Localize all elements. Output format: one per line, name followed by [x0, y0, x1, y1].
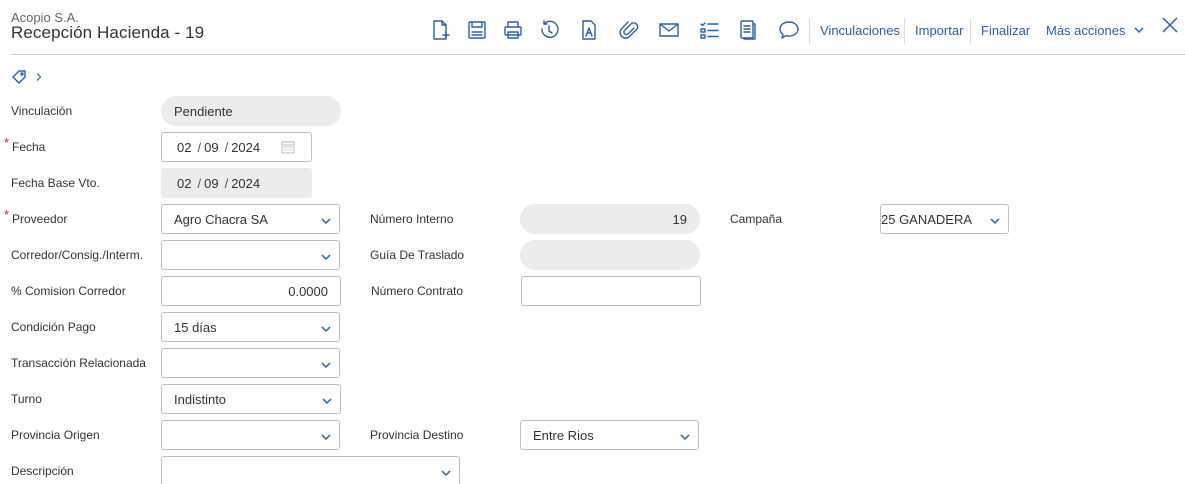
mas-acciones-menu[interactable]: Más acciones [1046, 23, 1145, 39]
fecha-base-vto-day: 02 [177, 175, 192, 191]
vinculaciones-link[interactable]: Vinculaciones [820, 23, 900, 38]
fecha-label: Fecha [12, 140, 46, 154]
checklist-icon[interactable] [696, 16, 722, 44]
print-icon[interactable] [500, 16, 526, 44]
provincia-destino-select[interactable]: Entre Rios [520, 420, 699, 450]
provincia-origen-label: Provincia Origen [11, 428, 100, 442]
numero-contrato-label: Número Contrato [371, 284, 464, 298]
provincia-origen-select[interactable] [161, 420, 340, 450]
importar-link[interactable]: Importar [915, 23, 963, 38]
page-header: Acopio S.A. Recepción Hacienda - 19 Vinc… [0, 0, 1185, 56]
condicion-pago-value: 15 días [174, 319, 217, 335]
fecha-year[interactable]: 2024 [231, 140, 260, 155]
corredor-select[interactable] [161, 240, 340, 270]
proveedor-label: Proveedor [12, 212, 68, 226]
fecha-input[interactable]: 02 / 09 / 2024 [161, 132, 312, 162]
attachment-icon[interactable] [616, 16, 642, 44]
calendar-icon[interactable] [281, 140, 295, 154]
tag-icon[interactable] [11, 69, 27, 90]
campana-select[interactable]: 25 GANADERA [880, 204, 1009, 234]
descripcion-select[interactable] [161, 456, 460, 484]
fecha-base-vto-month: 09 [204, 175, 219, 191]
text-document-icon[interactable] [576, 16, 602, 44]
required-marker: * [4, 135, 10, 150]
transaccion-relacionada-label: Transacción Relacionada [11, 356, 146, 370]
turno-label: Turno [11, 392, 42, 406]
turno-value: Indistinto [174, 391, 227, 407]
finalizar-link[interactable]: Finalizar [981, 23, 1030, 38]
proveedor-select[interactable]: Agro Chacra SA [161, 204, 340, 234]
corredor-label: Corredor/Consig./Interm. [11, 248, 144, 262]
chevron-down-icon[interactable] [320, 431, 332, 443]
numero-interno-label: Número Interno [370, 212, 454, 226]
report-icon[interactable] [735, 16, 761, 44]
guia-traslado-label: Guía De Traslado [370, 248, 465, 262]
chevron-down-icon[interactable] [320, 215, 332, 227]
toolbar-separator [809, 18, 810, 44]
descripcion-label: Descripción [11, 464, 74, 478]
chevron-down-icon[interactable] [440, 467, 452, 479]
history-icon[interactable] [536, 16, 562, 44]
chevron-down-icon [1133, 24, 1145, 39]
comment-icon[interactable] [776, 16, 802, 44]
comision-corredor-label: % Comision Corredor [11, 284, 126, 298]
chevron-down-icon[interactable] [679, 431, 691, 443]
condicion-pago-select[interactable]: 15 días [161, 312, 340, 342]
provincia-destino-value: Entre Rios [533, 427, 594, 443]
proveedor-value: Agro Chacra SA [174, 211, 268, 227]
transaccion-relacionada-select[interactable] [161, 348, 340, 378]
toolbar-separator [970, 18, 971, 44]
numero-contrato-input[interactable] [521, 276, 701, 306]
chevron-down-icon[interactable] [320, 251, 332, 263]
numero-interno-value: 19 [672, 211, 687, 227]
comision-corredor-value: 0.0000 [288, 283, 328, 299]
header-divider [11, 54, 1185, 55]
fecha-base-vto-field: 02 / 09 / 2024 [161, 168, 312, 198]
campana-label: Campaña [730, 212, 783, 226]
tag-bar [11, 69, 43, 90]
fecha-base-vto-label: Fecha Base Vto. [11, 176, 100, 190]
numero-interno-field: 19 [520, 204, 700, 234]
provincia-destino-label: Provincia Destino [370, 428, 464, 442]
chevron-down-icon[interactable] [321, 395, 333, 407]
fecha-day[interactable]: 02 [177, 140, 191, 155]
close-icon[interactable] [1160, 15, 1182, 37]
guia-traslado-field [520, 240, 700, 270]
campana-value: 25 GANADERA [881, 211, 973, 227]
page-title: Recepción Hacienda - 19 [11, 23, 205, 42]
fecha-base-vto-year: 2024 [231, 175, 261, 191]
toolbar-separator [904, 18, 905, 44]
vinculacion-value: Pendiente [174, 103, 233, 119]
new-document-icon[interactable] [427, 16, 453, 44]
fecha-month[interactable]: 09 [204, 140, 218, 155]
vinculacion-field: Pendiente [161, 96, 341, 126]
chevron-right-icon[interactable] [35, 70, 43, 89]
required-marker: * [4, 207, 10, 222]
comision-corredor-input[interactable]: 0.0000 [161, 276, 341, 306]
condicion-pago-label: Condición Pago [11, 320, 96, 334]
mail-icon[interactable] [656, 16, 682, 44]
mas-acciones-label: Más acciones [1046, 23, 1126, 38]
chevron-down-icon[interactable] [320, 359, 332, 371]
turno-select[interactable]: Indistinto [161, 384, 341, 414]
chevron-down-icon[interactable] [989, 215, 1001, 227]
chevron-down-icon[interactable] [320, 323, 332, 335]
save-icon[interactable] [464, 16, 490, 44]
vinculacion-label: Vinculación [11, 104, 73, 118]
